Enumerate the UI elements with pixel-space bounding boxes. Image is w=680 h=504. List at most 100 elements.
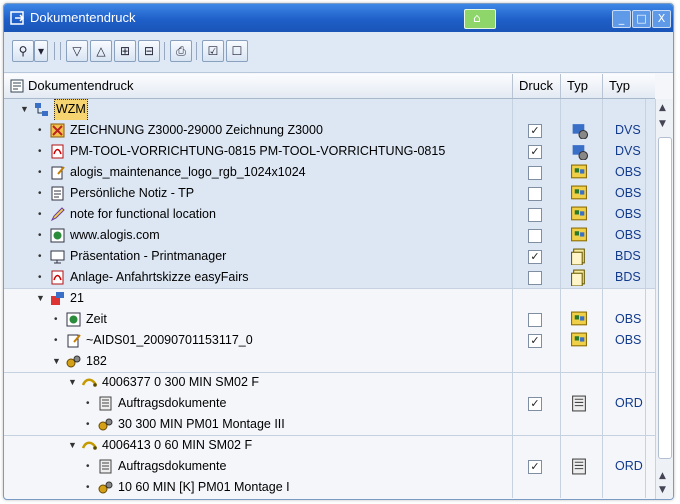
tree-row[interactable]: • Präsentation - Printmanager ✓ BDS — [4, 246, 655, 267]
column-typ-icon[interactable]: Typ — [560, 74, 602, 98]
print-checkbox[interactable]: ✓ — [528, 334, 542, 348]
tree-row[interactable]: • 10 60 MIN [K] PM01 Montage I — [4, 477, 655, 498]
column-druck[interactable]: Druck — [512, 74, 560, 98]
minimize-button[interactable]: _ — [612, 10, 631, 28]
tree-row-label: Zeit — [86, 312, 107, 326]
collapse-button[interactable]: △ — [90, 40, 112, 62]
document-edit-icon — [51, 166, 65, 180]
expand-button[interactable]: ▽ — [66, 40, 88, 62]
toolbar-separator — [60, 42, 61, 60]
tree-row[interactable]: ▼ 182 — [4, 351, 655, 372]
expand-all-icon: ⊞ — [119, 44, 131, 58]
print-checkbox[interactable] — [528, 271, 542, 285]
scroll-down-icon[interactable]: ▼ — [659, 119, 666, 129]
ord-icon — [572, 395, 586, 412]
tree-row-label: ~AIDS01_20090701153117_0 — [86, 333, 253, 347]
document-edit-icon — [67, 334, 81, 348]
group-divider — [4, 435, 655, 436]
tree-table: ▼ WZM • ZEICHNUNG Z3000-29000 Zeichnung Z30… — [4, 99, 655, 499]
collapse-all-button[interactable]: ⊟ — [138, 40, 160, 62]
print-checkbox[interactable]: ✓ — [528, 397, 542, 411]
tree-bullet: • — [86, 398, 90, 409]
gears-icon — [98, 481, 113, 494]
column-typ-icon-label: Typ — [567, 78, 588, 93]
find-next-button[interactable]: ▾ — [34, 40, 48, 62]
tree-row-label: PM-TOOL-VORRICHTUNG-0815 PM-TOOL-VORRICH… — [70, 144, 446, 158]
type-code: OBS — [615, 165, 642, 179]
tree-row[interactable]: ▼ 4006413 0 60 MIN SM02 F — [4, 435, 655, 456]
tree-row[interactable]: • note for functional location OBS — [4, 204, 655, 225]
expand-all-button[interactable]: ⊞ — [114, 40, 136, 62]
tree-row[interactable]: • Auftragsdokumente ✓ ORD — [4, 393, 655, 414]
scroll-up-icon[interactable]: ▲ — [659, 103, 666, 113]
print-checkbox[interactable]: ✓ — [528, 460, 542, 474]
type-code: DVS — [615, 123, 641, 137]
vertical-scrollbar[interactable]: ▲ ▼ ▲ ▼ — [655, 99, 673, 499]
tree-row[interactable]: • Zeit OBS — [4, 309, 655, 330]
tree-bullet: • — [38, 230, 42, 241]
tree-row[interactable]: ▼ 21 — [4, 288, 655, 309]
note-icon — [51, 186, 64, 201]
tree-row[interactable]: • www.alogis.com OBS — [4, 225, 655, 246]
order-icon — [82, 378, 97, 387]
scroll-down-icon[interactable]: ▼ — [659, 485, 666, 495]
web-icon — [66, 312, 81, 327]
toolbar-separator — [196, 42, 197, 60]
tree-row[interactable]: ▼ WZM — [4, 99, 655, 122]
close-button[interactable]: X — [652, 10, 671, 28]
tree-row-label: 10 60 MIN [K] PM01 Montage I — [118, 480, 290, 494]
tree-bullet: • — [38, 209, 42, 220]
column-typ-text[interactable]: Typ — [602, 74, 645, 98]
tree-row-label: 4006377 0 300 MIN SM02 F — [102, 375, 260, 389]
pdf-icon — [51, 270, 64, 285]
expand-toggle-icon[interactable]: ▼ — [68, 372, 77, 393]
tree-row[interactable]: • PM-TOOL-VORRICHTUNG-0815 PM-TOOL-VORRIC… — [4, 141, 655, 162]
tree-row[interactable]: • alogis_maintenance_logo_rgb_1024x1024 OB… — [4, 162, 655, 183]
equipment-icon — [51, 292, 64, 305]
print-checkbox[interactable] — [528, 166, 542, 180]
column-tree[interactable]: Dokumentendruck — [28, 74, 134, 98]
dvs-icon — [572, 145, 588, 160]
column-typ-text-label: Typ — [609, 78, 630, 93]
print-button[interactable]: ⎙ — [170, 40, 192, 62]
tree-bullet: • — [38, 188, 42, 199]
tree-row[interactable]: • ZEICHNUNG Z3000-29000 Zeichnung Z3000 ✓ D… — [4, 120, 655, 141]
expand-toggle-icon[interactable]: ▼ — [68, 435, 77, 456]
deselect-all-button[interactable]: ☐ — [226, 40, 248, 62]
tree-row[interactable]: • ~AIDS01_20090701153117_0 ✓ OBS — [4, 330, 655, 351]
scroll-up-icon[interactable]: ▲ — [659, 471, 666, 481]
obs-icon — [571, 227, 587, 242]
toolbar-separator — [164, 42, 165, 60]
print-checkbox[interactable]: ✓ — [528, 145, 542, 159]
select-all-button[interactable]: ☑ — [202, 40, 224, 62]
tree-row-label: alogis_maintenance_logo_rgb_1024x1024 — [70, 165, 306, 179]
print-checkbox[interactable] — [528, 187, 542, 201]
tree-row[interactable]: • Anlage- Anfahrtskizze easyFairs BDS — [4, 267, 655, 288]
tree-row-label: Auftragsdokumente — [118, 396, 227, 410]
print-checkbox[interactable] — [528, 313, 542, 327]
tree-bullet: • — [38, 251, 42, 262]
expand-toggle-icon[interactable]: ▼ — [20, 99, 29, 120]
expand-toggle-icon[interactable]: ▼ — [52, 351, 61, 372]
type-code: ORD — [615, 459, 643, 473]
column-divider — [512, 99, 513, 498]
print-checkbox[interactable] — [528, 208, 542, 222]
tree-row[interactable]: ▼ 4006377 0 300 MIN SM02 F — [4, 372, 655, 393]
collapse-icon: △ — [96, 44, 106, 58]
print-checkbox[interactable]: ✓ — [528, 124, 542, 138]
tree-row[interactable]: • 30 300 MIN PM01 Montage III — [4, 414, 655, 435]
scrollbar-thumb[interactable] — [658, 137, 672, 459]
find-button[interactable]: ⚲ — [12, 40, 34, 62]
tree-row-label: www.alogis.com — [70, 228, 160, 242]
tree-row-label: 30 300 MIN PM01 Montage III — [118, 417, 285, 431]
tree-row[interactable]: • Auftragsdokumente ✓ ORD — [4, 456, 655, 477]
tree-row-label: Persönliche Notiz - TP — [70, 186, 195, 200]
tree-row-label: ZEICHNUNG Z3000-29000 Zeichnung Z3000 — [70, 123, 323, 137]
expand-toggle-icon[interactable]: ▼ — [36, 288, 45, 309]
tree-row[interactable]: • Persönliche Notiz - TP OBS — [4, 183, 655, 204]
hint-button[interactable]: ⌂ — [464, 9, 496, 29]
print-checkbox[interactable] — [528, 229, 542, 243]
maximize-button[interactable]: □ — [632, 10, 651, 28]
tree-bullet: • — [38, 146, 42, 157]
print-checkbox[interactable]: ✓ — [528, 250, 542, 264]
